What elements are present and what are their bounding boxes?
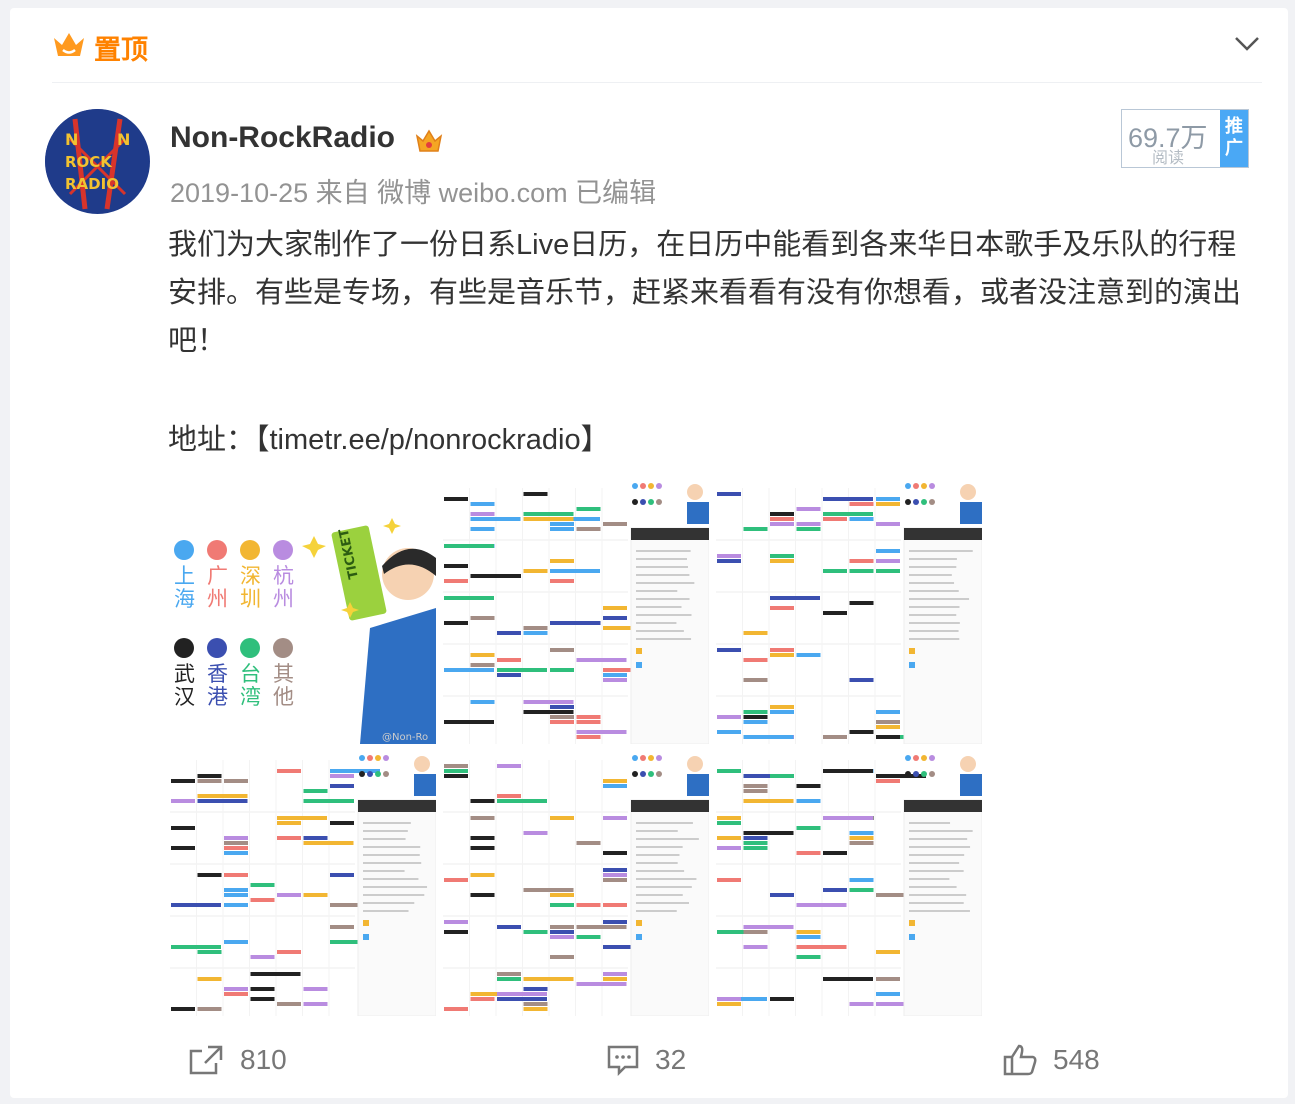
post-address[interactable]: 地址：【timetr.ee/p/nonrockradio】 xyxy=(168,416,610,458)
legend-dot xyxy=(207,540,227,560)
pin-header: 置顶 xyxy=(52,26,1262,83)
image-thumb-calendar-4[interactable] xyxy=(443,750,709,1016)
legend-city-char: 深 xyxy=(240,564,261,588)
legend-city-char: 汉 xyxy=(174,685,195,709)
action-bar: 810 32 548 xyxy=(10,1030,1288,1090)
chevron-down-icon[interactable] xyxy=(1232,32,1262,56)
legend-dot xyxy=(174,638,194,658)
legend-dot xyxy=(174,540,194,560)
avatar[interactable]: N N ROCK RADIO xyxy=(45,109,150,214)
legend-city-char: 武 xyxy=(174,662,195,686)
promote-button[interactable]: 推广 xyxy=(1220,110,1248,167)
legend-city-char: 上 xyxy=(174,564,195,588)
legend-city-char: 湾 xyxy=(240,685,261,709)
share-count: 810 xyxy=(240,1044,287,1075)
like-icon xyxy=(1003,1044,1037,1076)
legend-city-char: 台 xyxy=(240,662,261,686)
like-button[interactable]: 548 xyxy=(1003,1040,1100,1080)
legend-dot xyxy=(240,638,260,658)
image-thumb-legend[interactable]: 上海广州深圳杭州武汉香港台湾其他 TICKET @Non-Ro xyxy=(170,478,436,744)
image-thumb-calendar-3[interactable] xyxy=(170,750,436,1016)
image-thumb-calendar-2[interactable] xyxy=(716,478,982,744)
legend-city-char: 其 xyxy=(273,662,294,686)
username-link[interactable]: Non-RockRadio xyxy=(170,121,395,155)
legend-city-char: 港 xyxy=(207,685,228,709)
legend-city-char: 州 xyxy=(273,587,294,611)
legend-dot xyxy=(273,540,293,560)
legend-dot xyxy=(240,540,260,560)
legend-city-char: 他 xyxy=(273,685,294,709)
watermark-text: @Non-Ro xyxy=(382,732,428,743)
pin-label: 置顶 xyxy=(94,35,148,66)
read-count-badge[interactable]: 69.7万 阅读 推广 xyxy=(1121,109,1249,168)
image-thumb-calendar-1[interactable] xyxy=(443,478,709,744)
legend-city-char: 圳 xyxy=(240,587,261,611)
read-label: 阅读 xyxy=(1152,148,1185,167)
legend-dot xyxy=(273,638,293,658)
crown-pin-icon xyxy=(54,33,84,56)
post-meta: 2019-10-25 来自 微博 weibo.com 已编辑 xyxy=(170,178,657,208)
avatar-text-n1: N xyxy=(65,130,78,149)
weibo-post-card: 置顶 N N ROCK RADIO Non-RockRadio 2019-10-… xyxy=(10,8,1288,1098)
like-count: 548 xyxy=(1053,1044,1100,1075)
avatar-text-rock: ROCK xyxy=(65,153,113,171)
avatar-text-n2: N xyxy=(117,130,130,149)
comment-icon xyxy=(607,1045,639,1076)
share-button[interactable]: 810 xyxy=(188,1040,287,1080)
legend-city-char: 海 xyxy=(174,587,195,611)
comment-count: 32 xyxy=(655,1044,687,1075)
post-text-body: 我们为大家制作了一份日系Live日历，在日历中能看到各来华日本歌手及乐队的行程安… xyxy=(168,229,1242,357)
avatar-text-radio: RADIO xyxy=(65,175,119,193)
legend-city-char: 州 xyxy=(207,587,228,611)
image-grid: 上海广州深圳杭州武汉香港台湾其他 TICKET @Non-Ro xyxy=(170,478,982,1016)
legend-dot xyxy=(207,638,227,658)
legend-city-char: 香 xyxy=(207,662,228,686)
image-thumb-calendar-5[interactable] xyxy=(716,750,982,1016)
share-icon xyxy=(189,1045,223,1075)
legend-city-char: 广 xyxy=(207,564,228,588)
vip-crown-icon xyxy=(415,129,443,152)
comment-button[interactable]: 32 xyxy=(607,1040,686,1080)
post-text: 我们为大家制作了一份日系Live日历，在日历中能看到各来华日本歌手及乐队的行程安… xyxy=(168,221,1256,365)
legend-city-char: 杭 xyxy=(273,564,294,588)
